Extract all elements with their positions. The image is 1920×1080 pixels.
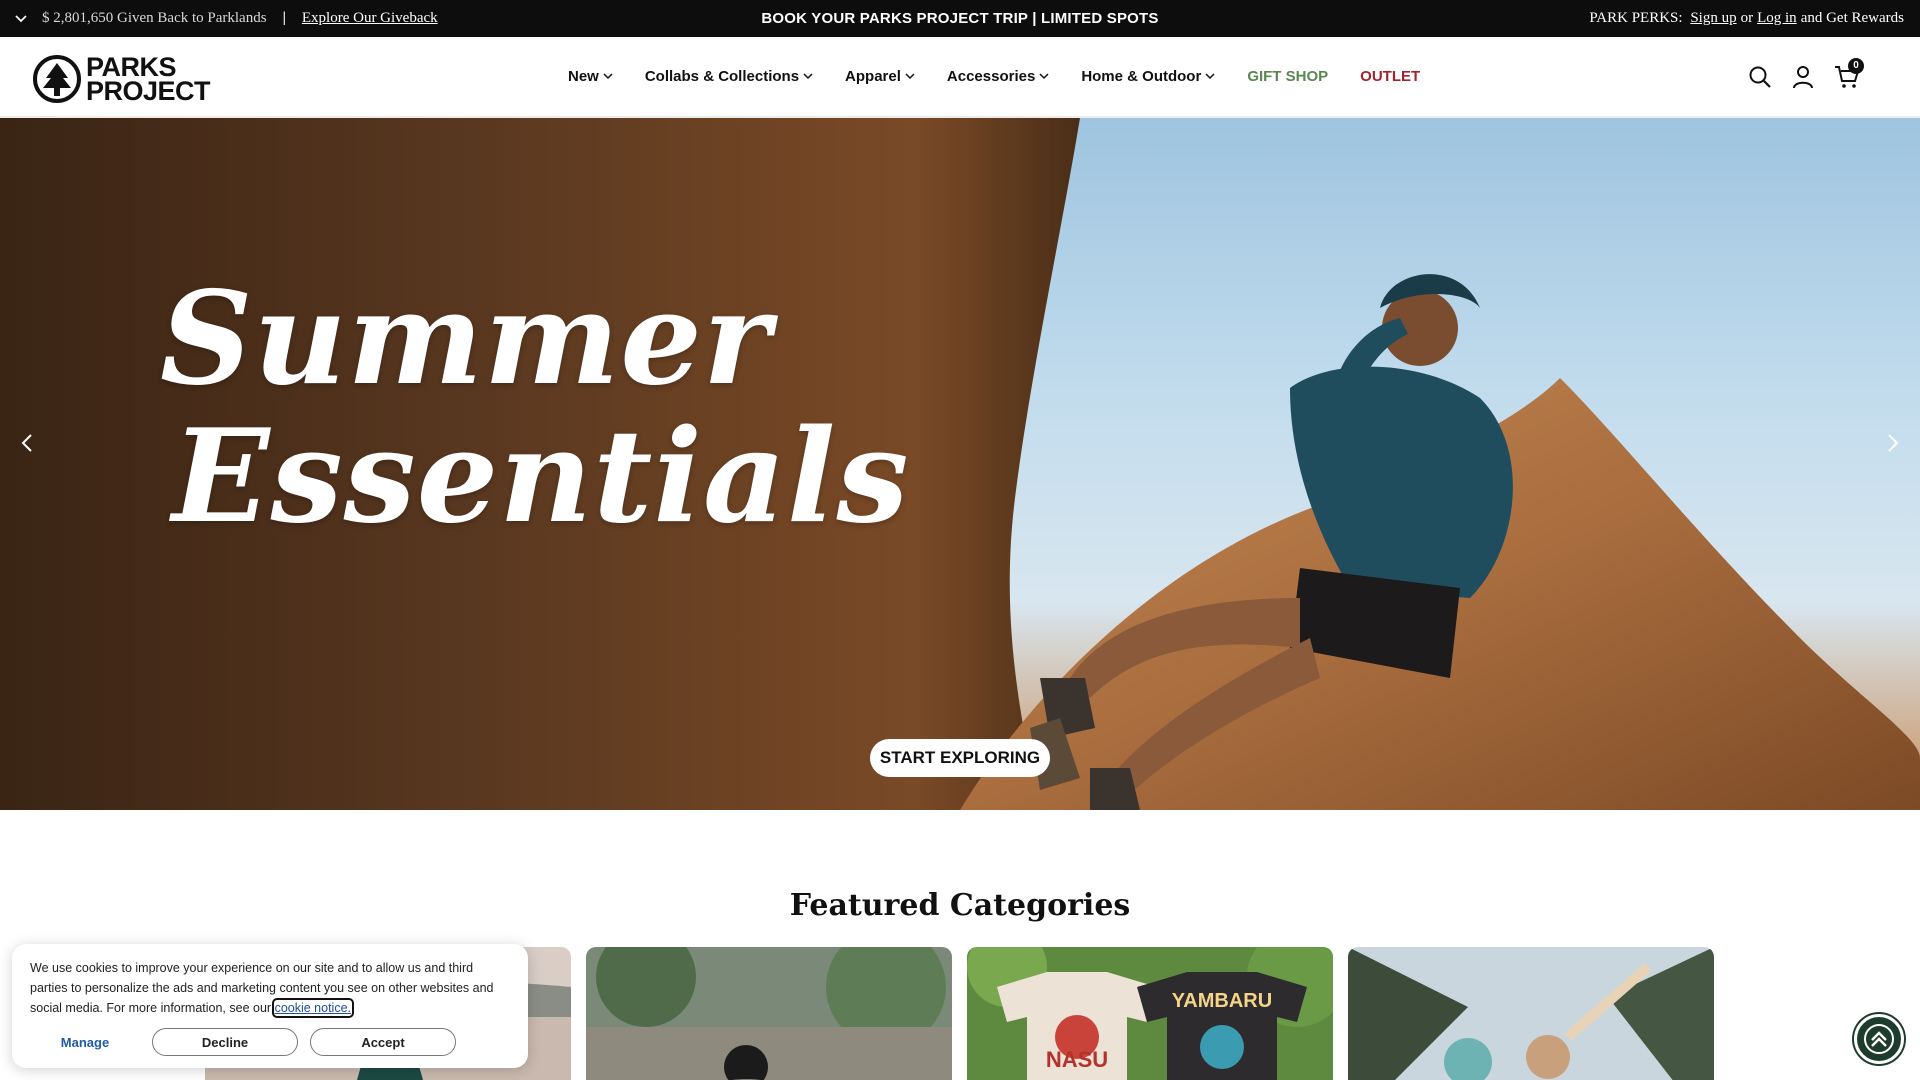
chevron-down-icon bbox=[603, 72, 613, 82]
account-icon[interactable] bbox=[1792, 65, 1814, 89]
main-nav: New Collabs & Collections Apparel Access… bbox=[568, 37, 1452, 116]
site-header: PARKS PROJECT New Collabs & Collections … bbox=[0, 37, 1920, 118]
hero-banner: Summer Essentials START EXPLORING bbox=[0, 118, 1920, 810]
cookie-text: We use cookies to improve your experienc… bbox=[30, 961, 494, 1015]
card-tshirt-left-text: NASU bbox=[1046, 1047, 1108, 1072]
or-text: or bbox=[1740, 10, 1754, 26]
category-card-2[interactable] bbox=[586, 947, 952, 1080]
nav-accessories[interactable]: Accessories bbox=[947, 68, 1049, 85]
category-card-4[interactable] bbox=[1348, 947, 1714, 1080]
start-exploring-button[interactable]: START EXPLORING bbox=[870, 739, 1050, 777]
cart-count-badge: 0 bbox=[1848, 57, 1864, 74]
featured-categories-title: Featured Categories bbox=[789, 888, 1131, 923]
category-card-3[interactable]: NASU YAMBARU bbox=[967, 947, 1333, 1080]
cookie-banner: We use cookies to improve your experienc… bbox=[12, 944, 528, 1068]
logo-wordmark: PARKS PROJECT bbox=[86, 54, 211, 106]
cookie-text-block: We use cookies to improve your experienc… bbox=[30, 958, 510, 1018]
login-link[interactable]: Log in bbox=[1757, 10, 1797, 27]
cookie-manage-button[interactable]: Manage bbox=[30, 1035, 140, 1050]
hero-title-line-2: Essentials bbox=[172, 402, 910, 552]
category-image bbox=[586, 947, 952, 1080]
hero-prev-arrow-icon[interactable] bbox=[12, 428, 42, 458]
logo-line-2: PROJECT bbox=[86, 76, 211, 106]
header-icons: 0 bbox=[1728, 37, 1864, 116]
nav-label: New bbox=[568, 68, 599, 85]
category-image: NASU YAMBARU bbox=[967, 947, 1333, 1080]
nav-label: Accessories bbox=[946, 68, 1036, 85]
nav-outlet[interactable]: OUTLET bbox=[1360, 68, 1420, 85]
giveback-link[interactable]: Explore Our Giveback bbox=[302, 10, 438, 27]
cookie-actions: Manage Decline Accept bbox=[30, 1028, 456, 1056]
cart-icon[interactable]: 0 bbox=[1834, 57, 1864, 89]
nav-apparel[interactable]: Apparel bbox=[845, 68, 915, 85]
category-image bbox=[1348, 947, 1714, 1080]
cookie-accept-button[interactable]: Accept bbox=[310, 1028, 456, 1056]
nav-collabs-collections[interactable]: Collabs & Collections bbox=[645, 68, 813, 85]
search-icon[interactable] bbox=[1748, 65, 1772, 89]
cookie-decline-button[interactable]: Decline bbox=[152, 1028, 298, 1056]
nav-label: Collabs & Collections bbox=[644, 68, 800, 85]
separator: | bbox=[282, 10, 286, 26]
nav-label: Home & Outdoor bbox=[1081, 68, 1202, 85]
logo-mark-icon bbox=[33, 55, 81, 103]
giveback-area: $ 2,801,650 Given Back to Parklands | Ex… bbox=[14, 0, 438, 37]
cookie-notice-link[interactable]: cookie notice. bbox=[271, 998, 355, 1018]
accessibility-widget-icon[interactable] bbox=[1854, 1014, 1904, 1064]
nav-gift-shop[interactable]: GIFT SHOP bbox=[1247, 68, 1328, 85]
hero-title: Summer Essentials bbox=[160, 270, 910, 546]
nav-new[interactable]: New bbox=[568, 68, 613, 85]
chevron-down-icon bbox=[905, 72, 915, 82]
chevron-down-icon bbox=[1039, 72, 1049, 82]
chevron-down-icon[interactable] bbox=[14, 12, 28, 26]
perks-prefix: PARK PERKS: bbox=[1589, 10, 1683, 26]
perks-suffix: and Get Rewards bbox=[1800, 10, 1904, 26]
nav-home-outdoor[interactable]: Home & Outdoor bbox=[1081, 68, 1215, 85]
giveback-text: $ 2,801,650 Given Back to Parklands bbox=[42, 10, 267, 26]
park-perks: PARK PERKS: Sign up or Log in and Get Re… bbox=[1589, 0, 1904, 37]
signup-link[interactable]: Sign up bbox=[1690, 10, 1736, 27]
logo[interactable]: PARKS PROJECT bbox=[32, 53, 211, 106]
chevron-down-icon bbox=[1205, 72, 1215, 82]
nav-label: Apparel bbox=[845, 68, 901, 85]
chevron-down-icon bbox=[803, 72, 813, 82]
hero-title-line-1: Summer bbox=[160, 264, 772, 414]
card-tshirt-right-text: YAMBARU bbox=[1172, 990, 1272, 1012]
hero-next-arrow-icon[interactable] bbox=[1878, 428, 1908, 458]
announcement-bar: $ 2,801,650 Given Back to Parklands | Ex… bbox=[0, 0, 1920, 37]
